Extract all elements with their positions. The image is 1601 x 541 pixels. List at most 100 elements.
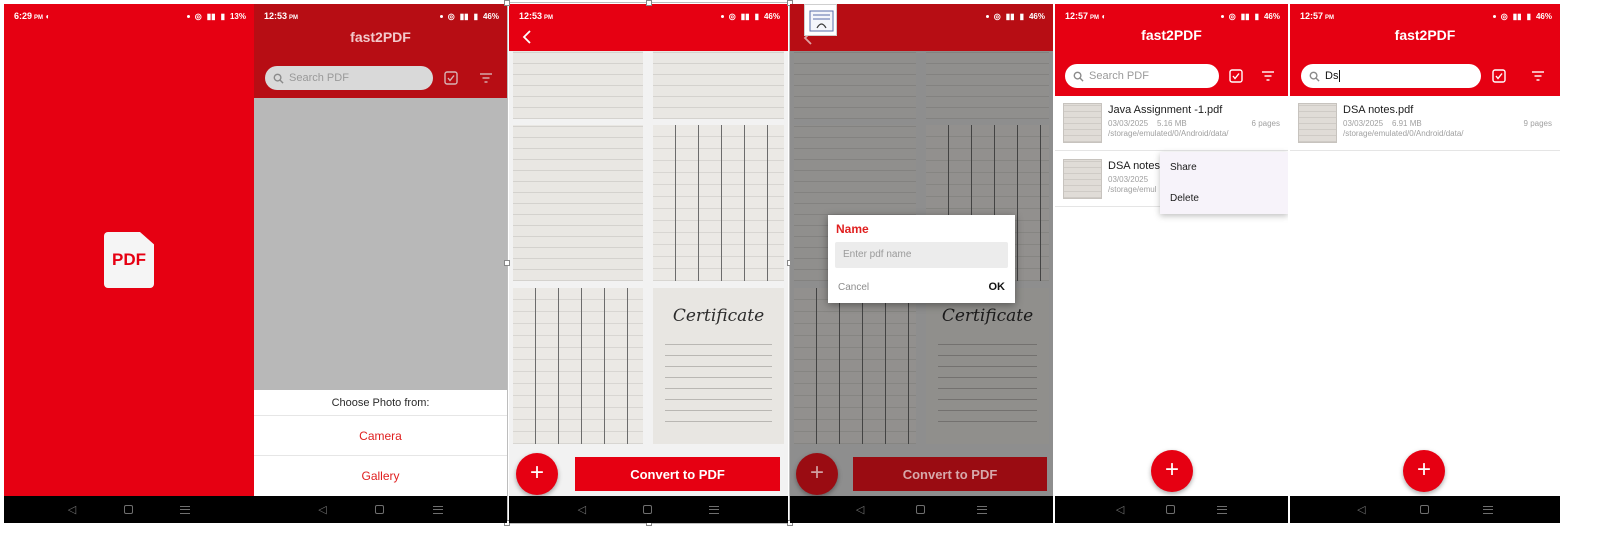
- file-path: /storage/emulated/0/Android/data/: [1343, 129, 1464, 138]
- status-ampm: PM: [1325, 15, 1335, 21]
- search-icon: [1073, 71, 1084, 82]
- file-meta: 03/03/2025 5.16 MB: [1108, 119, 1187, 128]
- search-results-screen: 12:57 PM ◎ ▮▮ ▮ 46% fast2PDF Ds DSA notes…: [1290, 4, 1560, 523]
- recents-nav-icon[interactable]: [709, 505, 720, 514]
- battery-percent: 46%: [763, 11, 780, 21]
- certificate-title: Certificate: [941, 306, 1034, 326]
- status-time: 12:57: [1300, 11, 1324, 21]
- back-nav-icon[interactable]: ◁: [1357, 503, 1365, 516]
- status-bar: 12:53 PM ◎ ▮▮ ▮ 46%: [509, 4, 788, 28]
- screenshot-collage: 6:29 PM ◐ ◎ ▮▮ ▮ 13% PDF ◁ 12:53 PM ◎ ▮▮…: [0, 0, 1601, 541]
- search-input[interactable]: Ds: [1301, 64, 1481, 88]
- pdf-logo-text: PDF: [112, 250, 146, 269]
- cancel-button[interactable]: Cancel: [838, 282, 869, 293]
- file-size: 5.16 MB: [1156, 119, 1187, 128]
- file-list-screen: 12:57 PM ◐ ◎ ▮▮ ▮ 46% fast2PDF Search PDF…: [1055, 4, 1288, 523]
- status-time: 12:53: [519, 11, 543, 21]
- select-all-icon[interactable]: [444, 71, 458, 85]
- status-ampm: PM: [289, 15, 299, 21]
- home-nav-icon[interactable]: [643, 505, 653, 514]
- ok-button[interactable]: OK: [989, 281, 1006, 293]
- battery-icon: ▮: [1526, 11, 1531, 21]
- battery-percent: 46%: [1028, 11, 1045, 21]
- add-pdf-button[interactable]: +: [1151, 450, 1193, 492]
- back-nav-icon[interactable]: ◁: [318, 503, 326, 516]
- nav-bar: ◁: [1055, 496, 1288, 523]
- search-placeholder: Search PDF: [1089, 70, 1149, 82]
- search-input[interactable]: Search PDF: [265, 66, 433, 90]
- notification-dot-icon: [1220, 14, 1224, 18]
- select-all-icon[interactable]: [1492, 69, 1506, 83]
- share-menu-item[interactable]: Share: [1160, 152, 1288, 183]
- gallery-option[interactable]: Gallery: [254, 456, 507, 496]
- file-date: 03/03/2025: [1343, 119, 1384, 128]
- recents-nav-icon[interactable]: [432, 505, 443, 514]
- home-nav-icon[interactable]: [916, 505, 926, 514]
- back-nav-icon[interactable]: ◁: [578, 503, 586, 516]
- nav-bar: ◁: [4, 496, 254, 523]
- battery-icon: ▮: [754, 11, 759, 21]
- recents-nav-icon[interactable]: [977, 505, 988, 514]
- file-list-item[interactable]: DSA notes.pdf 03/03/2025 6.91 MB /storag…: [1290, 96, 1560, 151]
- battery-percent: 46%: [482, 11, 499, 21]
- back-nav-icon[interactable]: ◁: [68, 503, 76, 516]
- search-input[interactable]: Search PDF: [1065, 64, 1219, 88]
- recents-nav-icon[interactable]: [180, 505, 191, 514]
- file-date: 03/03/2025: [1108, 175, 1149, 184]
- file-size: 6.91 MB: [1391, 119, 1422, 128]
- recents-nav-icon[interactable]: [1482, 505, 1493, 514]
- name-dialog-screen: ◎ ▮▮ ▮ 46% Certificate + Convert to PDF …: [790, 4, 1053, 523]
- hotspot-icon: ◎: [194, 11, 202, 21]
- back-nav-icon[interactable]: ◁: [856, 503, 864, 516]
- app-title: fast2PDF: [1394, 27, 1456, 43]
- name-dialog: Name Enter pdf name Cancel OK: [828, 215, 1015, 303]
- camera-option[interactable]: Camera: [254, 416, 507, 456]
- circle-icon: ◐: [45, 12, 51, 21]
- select-all-icon[interactable]: [1229, 69, 1243, 83]
- nav-bar: ◁: [509, 496, 788, 523]
- status-time: 12:57: [1065, 11, 1089, 21]
- status-time: 6:29: [14, 11, 33, 21]
- context-menu: Share Delete: [1160, 152, 1288, 214]
- file-date: 03/03/2025: [1108, 119, 1149, 128]
- back-nav-icon[interactable]: ◁: [1116, 503, 1124, 516]
- status-bar: 12:53 PM ◎ ▮▮ ▮ 46%: [254, 4, 507, 28]
- nav-bar: ◁: [790, 496, 1053, 523]
- choose-photo-sheet: Choose Photo from: Camera Gallery: [254, 390, 507, 496]
- status-ampm: PM: [34, 15, 44, 21]
- status-bar: 12:57 PM ◎ ▮▮ ▮ 46%: [1290, 4, 1560, 28]
- home-nav-icon[interactable]: [375, 505, 385, 514]
- home-nav-icon[interactable]: [1166, 505, 1176, 514]
- filter-icon[interactable]: [1531, 69, 1545, 83]
- pdf-name-input[interactable]: Enter pdf name: [835, 242, 1008, 268]
- search-icon: [1309, 71, 1320, 82]
- file-name: DSA notes.pdf: [1343, 104, 1414, 116]
- battery-icon: ▮: [473, 11, 478, 21]
- status-time: 12:53: [264, 11, 288, 21]
- home-nav-icon[interactable]: [123, 505, 133, 514]
- delete-menu-item[interactable]: Delete: [1160, 183, 1288, 214]
- recents-nav-icon[interactable]: [1217, 505, 1228, 514]
- search-icon: [273, 73, 284, 84]
- battery-percent: 46%: [1263, 11, 1280, 21]
- home-nav-icon[interactable]: [1419, 505, 1429, 514]
- hotspot-icon: ◎: [993, 11, 1001, 21]
- resize-handle[interactable]: [504, 260, 510, 266]
- notification-dot-icon: [720, 14, 724, 18]
- add-image-button: +: [796, 453, 838, 495]
- notification-dot-icon: [186, 14, 190, 18]
- file-list-item[interactable]: Java Assignment -1.pdf 03/03/2025 5.16 M…: [1055, 96, 1288, 151]
- filter-icon[interactable]: [479, 71, 493, 85]
- battery-icon: ▮: [1019, 11, 1024, 21]
- file-thumbnail: [1063, 103, 1102, 143]
- signal-icon: ▮▮: [1512, 11, 1522, 21]
- app-title: fast2PDF: [350, 29, 411, 45]
- hotspot-icon: ◎: [447, 11, 455, 21]
- file-path: /storage/emulated/0/Android/data/: [1108, 129, 1229, 138]
- signal-icon: ▮▮: [1240, 11, 1250, 21]
- status-bar: 12:57 PM ◐ ◎ ▮▮ ▮ 46%: [1055, 4, 1288, 28]
- add-pdf-button[interactable]: +: [1403, 450, 1445, 492]
- sheet-title: Choose Photo from:: [254, 390, 507, 416]
- filter-icon[interactable]: [1261, 69, 1275, 83]
- battery-percent: 13%: [229, 11, 246, 21]
